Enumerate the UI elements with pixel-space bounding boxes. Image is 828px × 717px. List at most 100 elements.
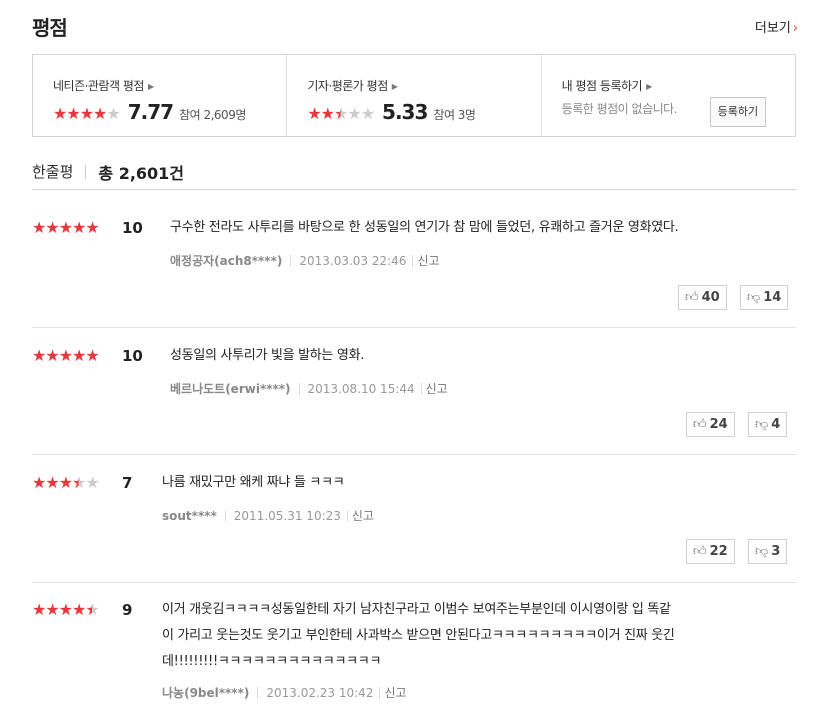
star-icon: ★ xyxy=(106,104,120,123)
divider xyxy=(224,509,226,522)
like-button[interactable]: 👍︎ 22 xyxy=(686,539,735,564)
dislike-count: 4 xyxy=(771,417,781,432)
critic-rating-link[interactable]: 기자·평론가 평점 ▶ xyxy=(307,77,540,94)
star-icon: ★ xyxy=(66,104,80,123)
review-item: ★★★★★ 10 성동일의 사투리가 빛을 발하는 영화. 베르나도트(erwi… xyxy=(32,348,796,438)
dislike-count: 14 xyxy=(763,290,782,305)
more-label: 더보기 xyxy=(754,21,791,36)
like-button[interactable]: 👍︎ 40 xyxy=(678,285,727,310)
star-icon: ★ xyxy=(32,346,46,365)
divider xyxy=(298,382,300,395)
divider xyxy=(420,382,422,395)
star-icon: ★ xyxy=(45,473,59,492)
triangle-right-icon: ▶ xyxy=(646,82,652,91)
netizen-rating-link[interactable]: 네티즌·관람객 평점 ▶ xyxy=(53,77,286,94)
register-rating-button[interactable]: 등록하기 xyxy=(709,97,767,127)
star-icon: ★ xyxy=(45,600,59,619)
divider xyxy=(32,582,796,583)
divider xyxy=(412,254,414,267)
critic-rating-label: 기자·평론가 평점 xyxy=(307,79,388,93)
review-user[interactable]: 베르나도트(erwi****) xyxy=(170,380,291,397)
review-score: 10 xyxy=(122,347,143,365)
review-text-line: 데!!!!!!!!!ㅋㅋㅋㅋㅋㅋㅋㅋㅋㅋㅋㅋㅋㅋ xyxy=(162,654,382,669)
dislike-button[interactable]: 👎︎ 14 xyxy=(740,285,789,310)
chevron-right-icon: › xyxy=(792,21,798,36)
star-icon: ★ xyxy=(85,600,99,619)
star-icon: ★ xyxy=(360,104,375,123)
star-icon: ★ xyxy=(32,218,46,237)
review-date: 2013.02.23 10:42 xyxy=(266,685,374,700)
my-rating-label: 내 평점 등록하기 xyxy=(561,79,643,93)
triangle-right-icon: ▶ xyxy=(391,82,398,91)
star-icon: ★ xyxy=(45,218,59,237)
netizen-score: 7.77 xyxy=(127,100,174,124)
thumb-down-icon: 👎︎ xyxy=(747,290,761,305)
review-date: 2011.05.31 10:23 xyxy=(233,508,341,523)
divider xyxy=(85,164,87,179)
netizen-rating-label: 네티즌·관람객 평점 xyxy=(53,79,144,93)
review-score: 7 xyxy=(122,474,133,492)
critic-participants: 참여 3명 xyxy=(433,108,476,122)
more-link[interactable]: 더보기 › xyxy=(755,17,798,36)
review-text: 나름 재밌구만 왜케 짜냐 들 ㅋㅋㅋ xyxy=(162,475,345,490)
section-title: 평점 xyxy=(32,16,68,40)
star-icon: ★ xyxy=(53,104,67,123)
report-link[interactable]: 신고 xyxy=(426,380,448,397)
dislike-button[interactable]: 👎︎ 4 xyxy=(748,412,788,437)
star-icon: ★ xyxy=(45,346,59,365)
divider xyxy=(32,327,796,328)
divider xyxy=(346,509,348,522)
review-score: 10 xyxy=(122,219,143,237)
review-stars: ★★★★★ xyxy=(32,346,100,365)
divider xyxy=(379,686,381,699)
thumb-up-icon: 👍︎ xyxy=(693,544,707,559)
review-date: 2013.03.03 22:46 xyxy=(299,253,407,268)
star-icon: ★ xyxy=(320,104,335,123)
review-user[interactable]: sout**** xyxy=(162,509,217,523)
netizen-stars: ★★★★★ xyxy=(53,104,121,123)
thumb-up-icon: 👍︎ xyxy=(685,290,699,305)
report-link[interactable]: 신고 xyxy=(417,252,439,269)
review-item: ★★★★★ 10 구수한 전라도 사투리를 바탕으로 한 성동일의 연기가 참 … xyxy=(32,220,796,310)
review-stars: ★★★★★ xyxy=(32,473,100,492)
star-icon: ★ xyxy=(72,218,86,237)
review-text: 이거 개웃김ㅋㅋㅋㅋ성동일한테 자기 남자친구라고 이범수 보여주는부분인데 이… xyxy=(162,597,675,675)
thumb-up-icon: 👍︎ xyxy=(693,417,707,432)
one-line-review-label: 한줄평 xyxy=(32,163,74,181)
star-icon: ★ xyxy=(307,104,321,123)
review-item: ★★★★★ 9 이거 개웃김ㅋㅋㅋㅋ성동일한테 자기 남자친구라고 이범수 보여… xyxy=(32,602,796,712)
review-count-bar: 한줄평 총 2,601건 xyxy=(32,154,796,190)
critic-stars: ★★★★★ xyxy=(307,104,375,123)
netizen-rating: 네티즌·관람객 평점 ▶ ★★★★★ 7.77 참여 2,609명 xyxy=(33,55,286,136)
divider xyxy=(290,254,292,267)
review-stars: ★★★★★ xyxy=(32,218,100,237)
review-user[interactable]: 나농(9bel****) xyxy=(162,684,249,701)
star-icon: ★ xyxy=(79,104,94,123)
divider xyxy=(32,454,796,455)
review-user[interactable]: 애정공자(ach8****) xyxy=(170,252,282,269)
review-text-line: 이 가리고 웃는것도 웃기고 부인한테 사과박스 받으면 안된다고ㅋㅋㅋㅋㅋㅋㅋ… xyxy=(162,628,675,643)
star-icon: ★ xyxy=(347,104,361,123)
like-count: 22 xyxy=(709,544,728,559)
triangle-right-icon: ▶ xyxy=(147,82,154,91)
review-text-line: 이거 개웃김ㅋㅋㅋㅋ성동일한테 자기 남자친구라고 이범수 보여주는부분인데 이… xyxy=(162,602,671,617)
star-icon: ★ xyxy=(85,473,99,492)
review-stars: ★★★★★ xyxy=(32,600,100,619)
report-link[interactable]: 신고 xyxy=(384,684,406,701)
like-count: 24 xyxy=(709,417,728,432)
my-rating-link[interactable]: 내 평점 등록하기 ▶ xyxy=(562,77,795,94)
divider xyxy=(257,686,259,699)
star-icon: ★ xyxy=(72,473,86,492)
dislike-button[interactable]: 👎︎ 3 xyxy=(748,539,788,564)
star-icon: ★ xyxy=(32,473,46,492)
star-icon: ★ xyxy=(85,346,99,365)
star-icon: ★ xyxy=(32,600,46,619)
star-icon: ★ xyxy=(72,346,86,365)
report-link[interactable]: 신고 xyxy=(352,507,374,524)
review-total: 총 2,601건 xyxy=(98,163,185,183)
star-icon: ★ xyxy=(85,218,99,237)
rating-summary: 네티즌·관람객 평점 ▶ ★★★★★ 7.77 참여 2,609명 기자·평론가 … xyxy=(32,54,796,137)
like-button[interactable]: 👍︎ 24 xyxy=(686,412,735,437)
review-score: 9 xyxy=(122,601,133,619)
review-date: 2013.08.10 15:44 xyxy=(307,381,415,396)
